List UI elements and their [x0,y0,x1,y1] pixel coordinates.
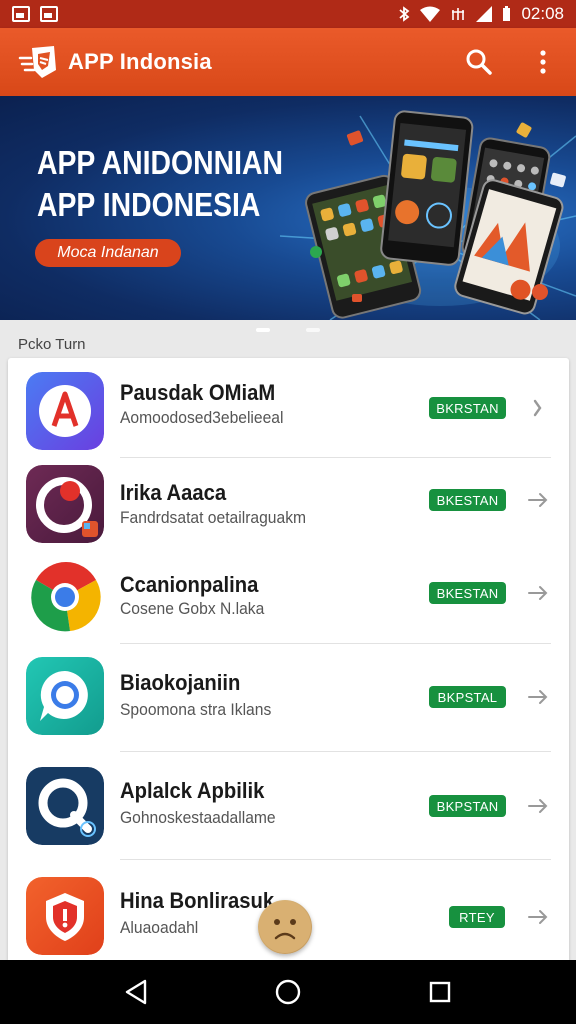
pager-dot-2[interactable] [306,328,320,332]
recents-square-icon [429,981,451,1003]
app-desc: Spoomona stra Iklans [120,700,272,719]
status-badge[interactable]: BKRSTAN [429,397,506,419]
app-name: Ccanionpalina [120,572,259,597]
app-icon-purple-ring [26,465,104,543]
signal-data-icon [452,8,465,20]
chevron-right-icon[interactable] [527,397,549,419]
status-badge[interactable]: BKPSTAN [429,795,506,817]
list-item[interactable]: Aplalck Apbilik Gohnoskestaadallame BKPS… [8,752,569,860]
app-desc: Cosene Gobx N.laka [120,599,265,618]
banner-headline-2: APP INDONESIA [37,186,261,223]
search-button[interactable] [464,47,494,77]
status-time: 02:08 [521,4,564,23]
more-vert-icon [540,50,546,74]
app-desc: Aomoodosed3ebelieeal [120,408,284,427]
app-icon-q-magnifier [26,767,104,845]
status-badge[interactable]: RTEY [449,906,505,928]
search-icon [466,49,492,75]
app-name: Aplalck Apbilik [120,778,265,803]
section-label: Pcko Turn [18,336,86,353]
home-circle-icon [275,979,301,1005]
app-bar: APP Indonsia [0,28,576,96]
chevron-right-icon[interactable] [527,686,549,708]
list-item[interactable]: Biaokojaniin Spoomona stra Iklans BKPSTA… [8,644,569,752]
chevron-right-icon[interactable] [527,489,549,511]
app-logo-icon [18,46,56,78]
pager-dot-1[interactable] [256,328,270,332]
sad-face-icon[interactable] [258,900,312,954]
app-icon-chrome [26,558,104,636]
overflow-menu-button[interactable] [528,47,558,77]
nav-recents-button[interactable] [420,972,460,1012]
banner-cta-button[interactable]: Moca Indanan [35,239,181,267]
app-title: APP Indonsia [68,49,212,74]
promo-banner[interactable]: APP ANIDONNIAN APP INDONESIA Moca Indana… [0,96,576,320]
app-name: Irika Aaaca [120,480,227,505]
app-icon-chat-bubble [26,657,104,735]
list-item[interactable]: Irika Aaaca Fandrdsatat oetailraguakm BK… [8,458,569,552]
app-desc: Gohnoskestaadallame [120,808,276,827]
gallery-notification-icon [12,6,30,22]
app-icon-shield [26,877,104,955]
cell-signal-icon [476,6,493,22]
bluetooth-icon [399,6,410,22]
status-badge[interactable]: BKESTAN [429,489,506,511]
app-desc: Aluaoadahl [120,918,199,937]
list-item[interactable]: Pausdak OMiaM Aomoodosed3ebelieeal BKRST… [8,358,569,458]
chevron-right-icon[interactable] [527,795,549,817]
app-desc: Fandrdsatat oetailraguakm [120,508,307,527]
navigation-bar [0,960,576,1024]
app-icon-red-a [26,372,104,450]
status-badge[interactable]: BKPSTAL [429,686,506,708]
chevron-right-icon[interactable] [527,582,549,604]
app-name: Pausdak OMiaM [120,380,276,405]
banner-headline-1: APP ANIDONNIAN [37,144,283,181]
image-notification-icon [40,6,58,22]
status-bar: 02:08 [0,0,576,28]
app-name: Biaokojaniin [120,670,241,695]
nav-back-button[interactable] [116,972,156,1012]
status-badge[interactable]: BKESTAN [429,582,506,604]
wifi-icon [420,6,441,22]
list-item[interactable]: Ccanionpalina Cosene Gobx N.laka BKESTAN [8,552,569,644]
battery-icon [503,6,511,21]
chevron-right-icon[interactable] [527,906,549,928]
phones-illustration [305,110,566,319]
app-list: Pausdak OMiaM Aomoodosed3ebelieeal BKRST… [8,358,569,964]
back-triangle-icon [125,979,147,1005]
nav-home-button[interactable] [268,972,308,1012]
app-name: Hina Bonlirasuk [120,888,275,913]
banner-pager [0,326,576,334]
